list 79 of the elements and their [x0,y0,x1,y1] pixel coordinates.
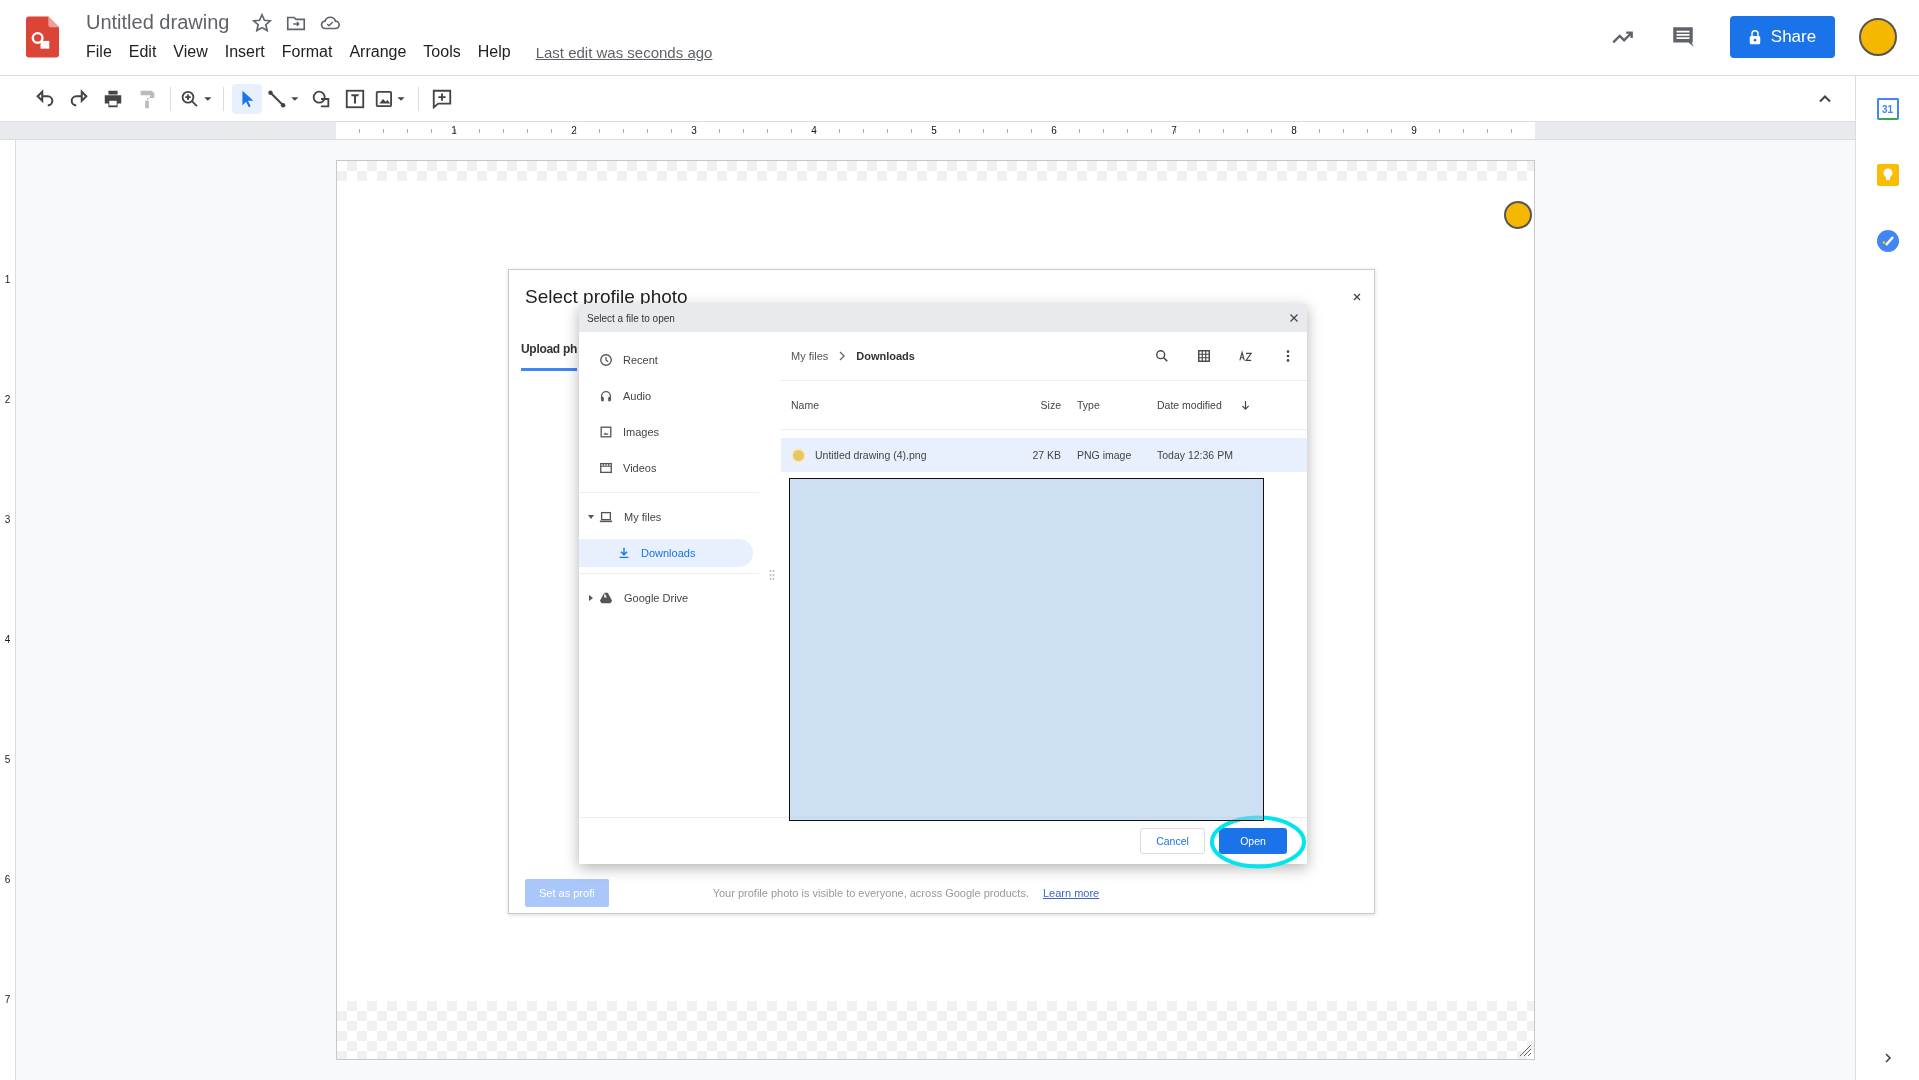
table-cell-text: Today 12:36 PM [1156,449,1234,461]
dialog-button[interactable]: Open [1219,828,1287,854]
image-icon [599,425,613,439]
breadcrumb-item[interactable]: My files [791,350,829,362]
chevron-right-icon [838,351,847,361]
sort-arrow-icon[interactable] [1241,400,1250,411]
lock-icon [1748,29,1761,45]
star-icon[interactable] [251,11,274,34]
headphones-icon [599,389,613,403]
nav-item[interactable]: Videos [579,450,759,486]
drawings-logo-icon[interactable] [26,16,59,58]
calendar-day: 31 [1881,103,1894,115]
nav-item[interactable]: Recent [579,342,759,378]
text-box-icon [344,87,366,110]
breadcrumb-item[interactable]: Downloads [856,350,915,362]
picker-title: Select a file to open [587,312,675,324]
column-header[interactable]: Size [1005,399,1071,411]
table-cell-text: PNG image [1076,449,1133,461]
tasks-icon[interactable] [1876,230,1899,252]
nav-item[interactable]: My files [579,499,759,535]
ruler-number: 1 [3,272,12,287]
ruler-number: 7 [3,992,12,1007]
toolbar-button[interactable] [232,83,262,114]
ruler-number: 2 [570,124,578,138]
column-header[interactable]: Name [791,399,1005,411]
add-comment-icon [431,87,453,110]
download-icon [617,546,631,560]
ruler-number: 9 [1410,124,1418,138]
drive-icon [599,591,613,605]
ruler-number: 6 [3,872,12,887]
close-icon [1352,292,1362,302]
ruler-number: 5 [930,124,938,138]
table-cell-text: 27 KB [1031,449,1062,461]
ruler-number: 3 [3,512,12,527]
ruler-number: 4 [810,124,818,138]
laptop-icon [599,510,613,524]
table-cell-text: Untitled drawing (4).png [815,449,928,461]
search-icon[interactable] [1155,349,1169,363]
ruler-number: 6 [1050,124,1058,138]
film-icon [599,461,613,475]
share-button[interactable]: Share [1730,16,1835,58]
menu-item[interactable]: File [86,43,112,61]
menu-item[interactable]: Insert [224,43,265,61]
privacy-note: Your profile photo is visible to everyone, across Google products. [712,887,1029,899]
nav-item[interactable]: Google Drive [579,580,759,616]
sort-icon[interactable] [1239,349,1253,363]
grid-view-icon[interactable] [1197,349,1211,363]
ruler-number: 8 [1290,124,1298,138]
calendar-icon[interactable]: 31 [1876,98,1899,120]
column-header[interactable]: Date modified [1151,399,1307,411]
learn-more-link[interactable]: Learn more [1042,887,1100,899]
menu-item[interactable]: View [173,43,208,61]
document-title[interactable]: Untitled drawing [86,11,230,34]
column-header[interactable]: Type [1071,399,1151,411]
dialog-title: Select profile photo [525,286,688,308]
menu-item[interactable]: Help [477,43,511,61]
ruler-number: 1 [450,124,458,138]
ruler-number: 2 [3,392,12,407]
file-thumbnail [791,447,806,463]
last-edit-link[interactable]: Last edit was seconds ago [535,43,713,61]
nav-item[interactable]: Downloads [579,539,753,567]
avatar [1504,201,1532,229]
menu-item[interactable]: Format [281,43,333,61]
nav-item[interactable]: Images [579,414,759,450]
ruler-number: 5 [3,752,12,767]
avatar[interactable] [1859,18,1897,56]
close-icon [1289,313,1299,323]
menu-item[interactable]: Edit [128,43,157,61]
ruler-number: 3 [690,124,698,138]
resize-handle-icon[interactable] [769,568,775,581]
ruler-number: 7 [1170,124,1178,138]
ruler-number: 4 [3,632,12,647]
nav-item[interactable]: Audio [579,378,759,414]
file-row[interactable]: Untitled drawing (4).png 27 KB PNG image Today 12:36 PM [781,438,1307,472]
menu-item[interactable]: Tools [423,43,461,61]
clock-icon [599,353,613,367]
menu-item[interactable]: Arrange [349,43,407,61]
dialog-button[interactable]: Cancel [1140,828,1205,854]
resize-corner-icon[interactable] [1518,1043,1532,1057]
